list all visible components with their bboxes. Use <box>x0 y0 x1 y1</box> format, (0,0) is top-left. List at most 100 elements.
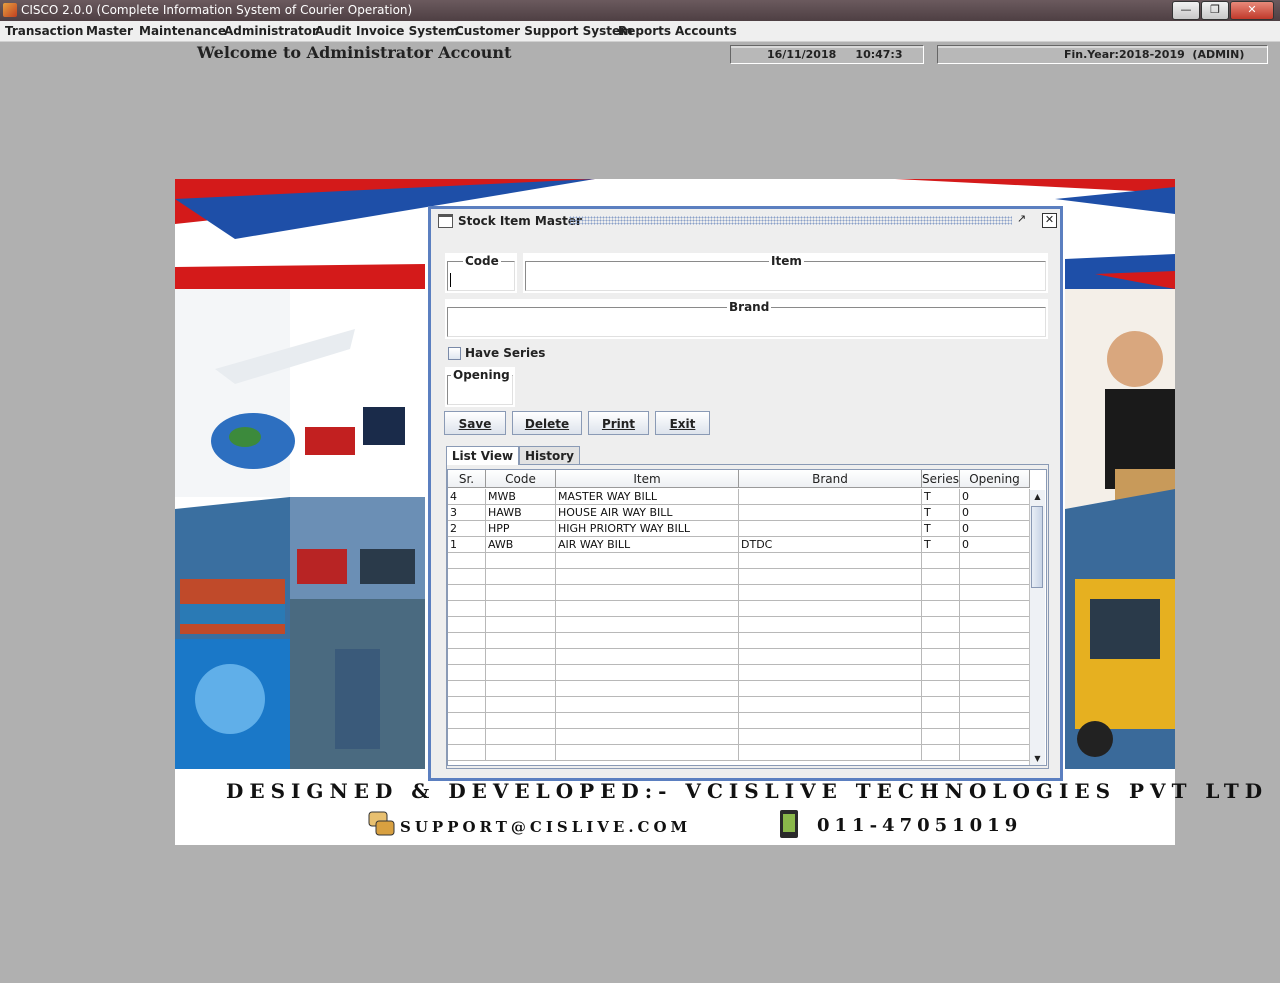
finyear-box: Fin.Year:2018-2019 (ADMIN) <box>937 45 1268 64</box>
table-cell: 0 <box>960 489 1030 505</box>
menu-accounts[interactable]: Accounts <box>675 24 737 38</box>
item-label: Item <box>769 254 804 268</box>
table-cell <box>739 505 922 521</box>
table-cell <box>556 585 739 601</box>
table-cell <box>739 681 922 697</box>
column-header-opening[interactable]: Opening <box>960 470 1030 488</box>
save-button[interactable]: Save <box>444 411 506 435</box>
table-vertical-scrollbar[interactable]: ▲ ▼ <box>1029 490 1045 765</box>
table-cell: T <box>922 521 960 537</box>
table-cell <box>960 649 1030 665</box>
app-icon <box>3 3 17 17</box>
table-cell <box>486 697 556 713</box>
table-cell <box>556 665 739 681</box>
table-cell <box>556 569 739 585</box>
table-cell <box>960 633 1030 649</box>
table-cell: MWB <box>486 489 556 505</box>
column-header-item[interactable]: Item <box>556 470 739 488</box>
restore-icon[interactable]: ❐ <box>1201 1 1229 20</box>
menu-reports[interactable]: Reports <box>618 24 671 38</box>
table-cell <box>448 713 486 729</box>
table-cell <box>922 745 960 761</box>
table-cell <box>922 681 960 697</box>
item-field[interactable]: Item <box>523 253 1048 293</box>
tab-history[interactable]: History <box>519 446 580 464</box>
table-cell: 0 <box>960 521 1030 537</box>
column-header-code[interactable]: Code <box>486 470 556 488</box>
menu-customer-support-system[interactable]: Customer Support System <box>455 24 633 38</box>
table-cell: 4 <box>448 489 486 505</box>
table-cell <box>739 553 922 569</box>
table-cell <box>486 633 556 649</box>
mobile-phone-icon <box>780 810 798 838</box>
table-cell <box>448 569 486 585</box>
table-cell <box>448 601 486 617</box>
table-cell <box>448 617 486 633</box>
column-header-sr[interactable]: Sr. <box>448 470 486 488</box>
maximize-icon[interactable]: ↗ <box>1015 213 1028 226</box>
table-cell: DTDC <box>739 537 922 553</box>
menu-administrator[interactable]: Administrator <box>224 24 318 38</box>
table-cell: HOUSE AIR WAY BILL <box>556 505 739 521</box>
dialog-close-icon[interactable]: ✕ <box>1042 213 1057 228</box>
table-cell <box>486 729 556 745</box>
table-cell: 0 <box>960 537 1030 553</box>
minimize-icon[interactable]: — <box>1172 1 1200 20</box>
table-cell <box>922 553 960 569</box>
table-cell: 1 <box>448 537 486 553</box>
table-cell <box>960 585 1030 601</box>
menu-master[interactable]: Master <box>86 24 133 38</box>
table-cell <box>486 569 556 585</box>
table-cell: 0 <box>960 505 1030 521</box>
table-cell <box>960 665 1030 681</box>
table-cell <box>556 697 739 713</box>
table-cell <box>556 553 739 569</box>
table-cell <box>556 713 739 729</box>
menu-invoice-system[interactable]: Invoice System <box>356 24 459 38</box>
table-cell <box>486 617 556 633</box>
exit-button[interactable]: Exit <box>655 411 710 435</box>
table-cell <box>739 729 922 745</box>
dialog-title-bar[interactable]: Stock Item Master ↗ ✕ <box>431 209 1060 233</box>
window-title-bar: CISCO 2.0.0 (Complete Information System… <box>0 0 1280 21</box>
table-cell <box>739 649 922 665</box>
table-cell <box>486 585 556 601</box>
opening-field[interactable]: Opening <box>445 367 515 407</box>
code-label: Code <box>463 254 501 268</box>
table-cell <box>556 617 739 633</box>
table-cell: T <box>922 505 960 521</box>
print-button[interactable]: Print <box>588 411 649 435</box>
table-cell <box>960 681 1030 697</box>
column-header-brand[interactable]: Brand <box>739 470 922 488</box>
table-cell <box>448 697 486 713</box>
table-cell <box>922 649 960 665</box>
datetime-box: 16/11/2018 10:47:3 <box>730 45 924 64</box>
scroll-down-icon[interactable]: ▼ <box>1030 752 1045 765</box>
table-cell: 2 <box>448 521 486 537</box>
finyear-text: Fin.Year:2018-2019 (ADMIN) <box>1064 48 1245 61</box>
table-cell <box>739 665 922 681</box>
chat-support-icon <box>368 811 395 836</box>
code-field[interactable]: Code <box>445 253 517 293</box>
scroll-thumb[interactable] <box>1031 506 1043 588</box>
menu-maintenance[interactable]: Maintenance <box>139 24 226 38</box>
table-cell <box>448 649 486 665</box>
brand-field[interactable]: Brand <box>445 299 1048 339</box>
column-header-series[interactable]: Series <box>922 470 960 488</box>
table-cell <box>739 633 922 649</box>
table-cell: T <box>922 489 960 505</box>
menu-transaction[interactable]: Transaction <box>5 24 83 38</box>
table-cell <box>556 633 739 649</box>
support-email: SUPPORT@CISLIVE.COM <box>400 818 692 836</box>
scroll-up-icon[interactable]: ▲ <box>1030 490 1045 504</box>
table-cell <box>922 633 960 649</box>
close-icon[interactable]: ✕ <box>1230 1 1274 20</box>
delete-button[interactable]: Delete <box>512 411 582 435</box>
table-cell <box>448 585 486 601</box>
menu-audit[interactable]: Audit <box>315 24 351 38</box>
have-series-checkbox[interactable] <box>448 347 461 360</box>
tab-list-view[interactable]: List View <box>446 446 519 465</box>
table-cell <box>486 665 556 681</box>
stock-item-master-dialog: Stock Item Master ↗ ✕ Code Item Brand Ha… <box>428 206 1063 781</box>
table-cell <box>448 633 486 649</box>
